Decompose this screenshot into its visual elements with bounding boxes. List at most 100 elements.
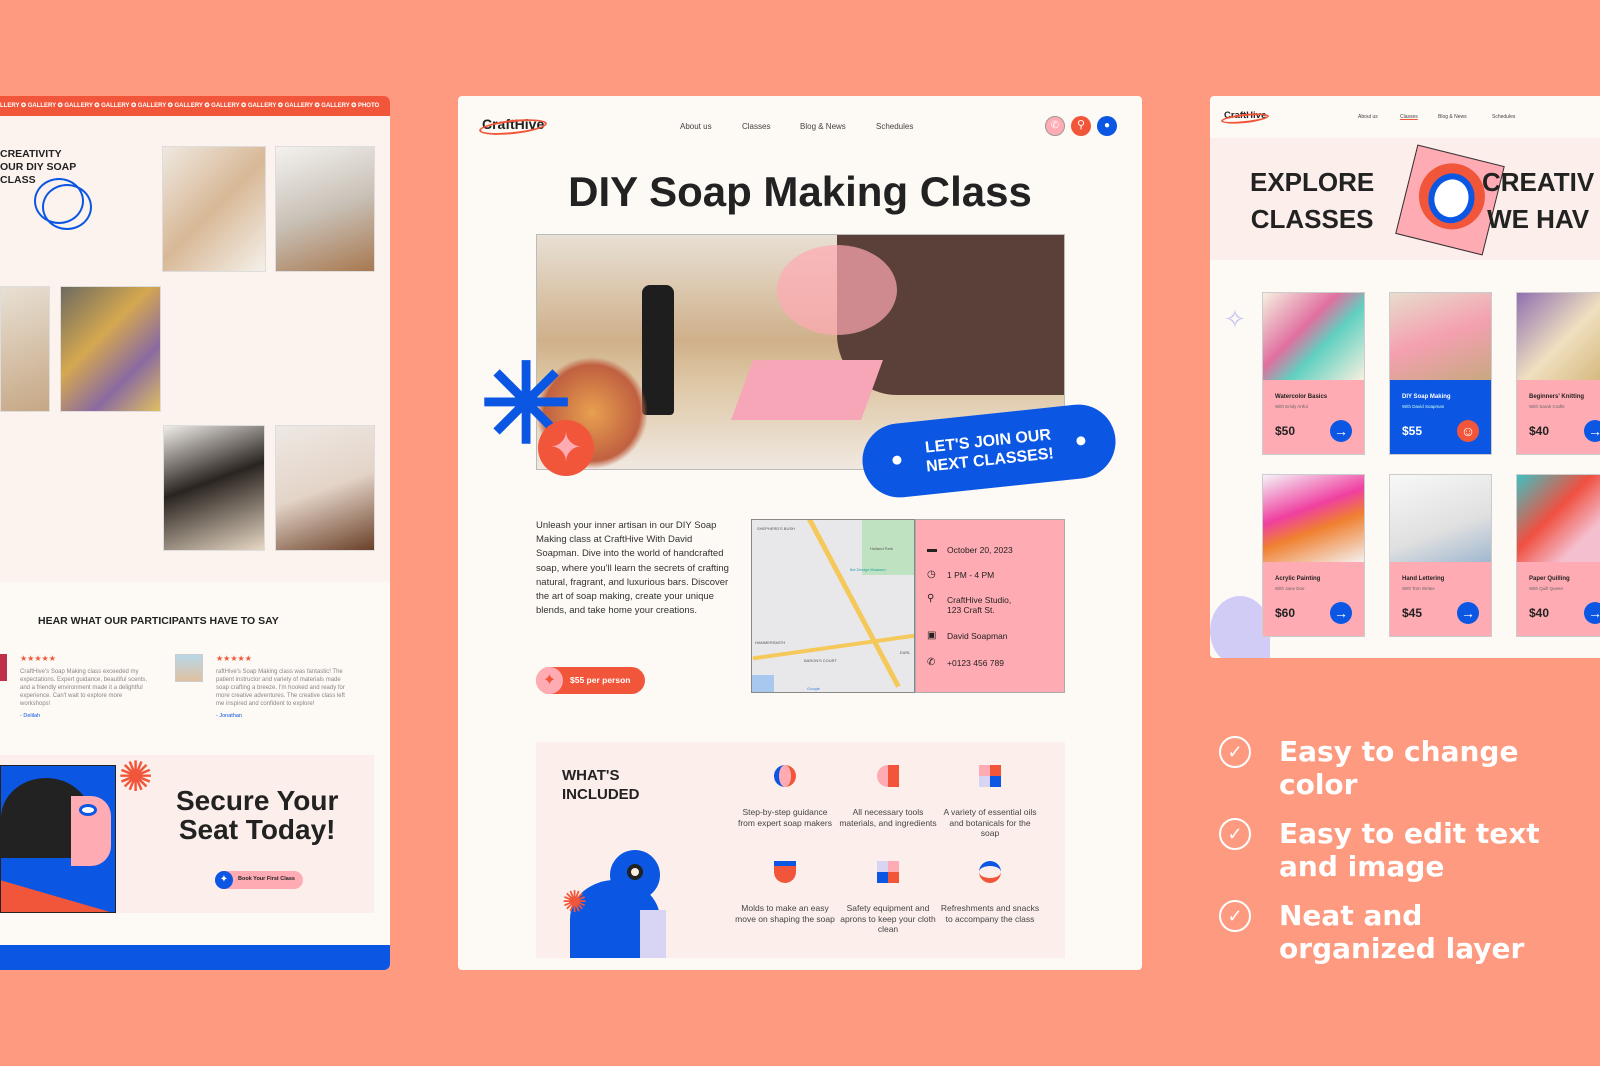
class-price: $55 [1402, 424, 1423, 438]
logo[interactable]: CraftHive [1224, 110, 1266, 121]
class-card[interactable]: Paper Quilling With Quill Queen $40 → [1516, 474, 1600, 637]
check-circle-icon: ✓ [1219, 900, 1251, 932]
rating-stars: ★★★★★ [20, 654, 56, 663]
feature-text: Easy to change color [1279, 735, 1519, 801]
price-button[interactable]: ✦ $55 per person [536, 667, 645, 694]
testimonial-author: - Delilah [20, 713, 41, 719]
class-title: DIY Soap Making [1402, 394, 1451, 400]
rating-stars: ★★★★★ [216, 654, 252, 663]
included-item: Step-by-step guidance from expert soap m… [737, 807, 832, 828]
check-circle-icon: ✓ [1219, 818, 1251, 850]
class-image [1517, 475, 1600, 562]
search-icon[interactable]: ⚲ [1071, 116, 1091, 136]
class-title: Acrylic Painting [1275, 576, 1321, 582]
hero-heading-right: CREATIV WE HAV [1482, 167, 1595, 234]
location-map[interactable]: SHEPHERD'S BUSH Holland Park the Design … [751, 519, 915, 693]
class-instructor: With Quill Queen [1529, 586, 1564, 591]
class-title: Hand Lettering [1402, 576, 1445, 582]
arrow-right-icon[interactable]: → [1330, 602, 1352, 624]
gallery-photo [60, 286, 161, 412]
class-card[interactable]: Watercolor Basics With Emily Artful $50 … [1262, 292, 1365, 455]
book-first-class-button[interactable]: ✦ Book Your First Class [215, 871, 303, 889]
arrow-right-icon[interactable]: → [1330, 420, 1352, 442]
hero-heading-left: EXPLORE CLASSES [1250, 167, 1375, 234]
class-price: $40 [1529, 606, 1550, 620]
class-instructor: With Sarah Crafts [1529, 404, 1565, 409]
safety-icon [877, 861, 899, 883]
class-card[interactable]: Acrylic Painting With Jane Doe $60 → [1262, 474, 1365, 637]
included-item: Refreshments and snacks to accompany the… [940, 903, 1040, 924]
check-circle-icon: ✓ [1219, 736, 1251, 768]
included-item: Safety equipment and aprons to keep your… [840, 903, 936, 934]
class-price: $45 [1402, 606, 1423, 620]
nav-blog-news[interactable]: Blog & News [1438, 114, 1467, 120]
arrow-right-icon[interactable]: → [1457, 602, 1479, 624]
tools-icon [877, 765, 899, 787]
gallery-photo [275, 146, 375, 272]
star-badge: ✦ [538, 420, 594, 476]
user-icon[interactable]: ● [1097, 116, 1117, 136]
creature-illustration: ✺ [562, 850, 670, 958]
testimonial-text: raftHive's Soap Making class was fantast… [216, 669, 345, 707]
nav-about-us[interactable]: About us [1358, 114, 1378, 120]
class-instructor: With David Soapman [1402, 404, 1445, 409]
oils-icon [979, 765, 1001, 787]
class-price: $50 [1275, 424, 1296, 438]
gallery-photo [162, 146, 266, 272]
class-card[interactable]: DIY Soap Making With David Soapman $55 ☺ [1389, 292, 1492, 455]
left-page-preview: LLERY ✪ GALLERY ✪ GALLERY ✪ GALLERY ✪ GA… [0, 96, 390, 970]
arrow-right-icon[interactable]: → [1584, 602, 1600, 624]
footer-bar [0, 945, 390, 970]
included-item: A variety of essential oils and botanica… [943, 807, 1037, 838]
class-phone: ✆ +0123 456 789 [927, 657, 1004, 668]
class-instructor: With Jane Doe [1275, 586, 1305, 591]
testimonial-author: - Jonathan [216, 713, 242, 719]
calendar-icon: ▬ [927, 544, 937, 555]
phone-icon: ✆ [927, 657, 936, 668]
avatar [0, 654, 7, 681]
page-title: DIY Soap Making Class [568, 168, 1032, 215]
arrow-right-icon[interactable]: → [1584, 420, 1600, 442]
nav-classes[interactable]: Classes [742, 122, 770, 131]
class-instructor: With Tom Writes [1402, 586, 1435, 591]
class-card[interactable]: Hand Lettering With Tom Writes $45 → [1389, 474, 1492, 637]
guidance-icon [774, 765, 796, 787]
face-illustration [0, 765, 116, 913]
class-instructor: ▣ David Soapman [927, 630, 1008, 641]
avatar [175, 654, 203, 682]
phone-icon[interactable]: ✆ [1045, 116, 1065, 136]
class-instructor: With Emily Artful [1275, 404, 1308, 409]
gallery-photo [163, 425, 265, 551]
nav-classes[interactable]: Classes [1400, 114, 1418, 120]
class-image [1263, 293, 1364, 380]
whats-included-title: WHAT'S INCLUDED [562, 767, 640, 803]
nav-schedules[interactable]: Schedules [1492, 114, 1515, 120]
testimonials-heading: HEAR WHAT OUR PARTICIPANTS HAVE TO SAY [38, 615, 279, 627]
class-time: ◷ 1 PM - 4 PM [927, 569, 995, 580]
class-image [1263, 475, 1364, 562]
class-image [1390, 293, 1491, 380]
testimonial-text: CraftHive's Soap Making class exceeded m… [20, 669, 148, 707]
class-description: Unleash your inner artisan in our DIY So… [536, 520, 729, 617]
star-icon: ✦ [536, 667, 563, 694]
clock-icon: ◷ [927, 569, 936, 580]
flower-decoration [1210, 596, 1270, 658]
smiley-icon[interactable]: ☺ [1457, 420, 1479, 442]
cta-title: Secure Your Seat Today! [176, 785, 339, 845]
included-item: All necessary tools materials, and ingre… [839, 807, 937, 828]
nav-schedules[interactable]: Schedules [876, 122, 913, 131]
sparkle-decoration: ✧ [1224, 304, 1246, 334]
class-image [1517, 293, 1600, 380]
class-image [1390, 475, 1491, 562]
nav-about-us[interactable]: About us [680, 122, 712, 131]
included-item: Molds to make an easy move on shaping th… [735, 903, 835, 924]
logo[interactable]: CraftHive [482, 116, 544, 132]
gallery-photo [275, 425, 375, 551]
feature-text: Neat and organized layer [1279, 899, 1525, 965]
sparkle-icon: ✦ [215, 871, 233, 889]
rings-decoration [42, 184, 92, 230]
class-location: ⚲ CraftHive Studio, 123 Craft St. [927, 593, 1012, 616]
nav-blog-news[interactable]: Blog & News [800, 122, 846, 131]
gallery-marquee: LLERY ✪ GALLERY ✪ GALLERY ✪ GALLERY ✪ GA… [0, 96, 390, 116]
class-card[interactable]: Beginners' Knitting With Sarah Crafts $4… [1516, 292, 1600, 455]
